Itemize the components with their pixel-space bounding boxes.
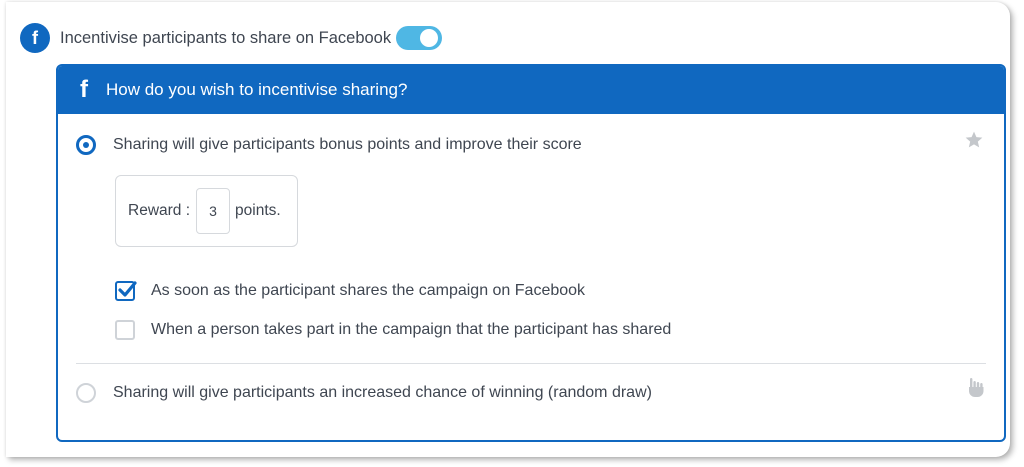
divider bbox=[76, 363, 986, 364]
checkmark-icon bbox=[118, 281, 137, 297]
bonus-points-radio[interactable] bbox=[76, 135, 96, 155]
hand-icon[interactable] bbox=[967, 376, 985, 398]
reward-label: Reward : bbox=[128, 202, 191, 219]
random-draw-label: Sharing will give participants an increa… bbox=[113, 384, 652, 401]
facebook-share-toggle[interactable] bbox=[396, 26, 443, 50]
reward-box: Reward : 3 points. bbox=[115, 175, 298, 247]
on-participation-checkbox[interactable] bbox=[115, 320, 135, 340]
checkbox-row-on-share[interactable]: As soon as the participant shares the ca… bbox=[115, 281, 585, 301]
panel-title: How do you wish to incentivise sharing? bbox=[106, 80, 408, 99]
settings-card: f Incentivise participants to share on F… bbox=[6, 2, 1010, 457]
facebook-share-toggle-row: f Incentivise participants to share on F… bbox=[20, 22, 443, 54]
on-share-checkbox[interactable] bbox=[115, 281, 137, 301]
star-icon[interactable] bbox=[964, 130, 984, 150]
checkbox-row-on-participation[interactable]: When a person takes part in the campaign… bbox=[115, 320, 671, 340]
panel-header: f How do you wish to incentivise sharing… bbox=[58, 66, 1004, 114]
facebook-share-label: Incentivise participants to share on Fac… bbox=[60, 28, 392, 47]
random-draw-radio[interactable] bbox=[76, 383, 96, 403]
bonus-points-label: Sharing will give participants bonus poi… bbox=[113, 136, 582, 153]
option-bonus-points[interactable]: Sharing will give participants bonus poi… bbox=[76, 135, 582, 155]
facebook-icon: f bbox=[20, 23, 50, 53]
on-participation-label: When a person takes part in the campaign… bbox=[151, 321, 672, 338]
reward-points-input[interactable]: 3 bbox=[196, 188, 231, 234]
option-random-draw[interactable]: Sharing will give participants an increa… bbox=[76, 383, 652, 403]
toggle-knob bbox=[420, 29, 439, 47]
reward-unit-label: points. bbox=[235, 202, 281, 219]
incentive-panel: f How do you wish to incentivise sharing… bbox=[56, 64, 1006, 442]
on-share-label: As soon as the participant shares the ca… bbox=[151, 282, 586, 299]
facebook-icon: f bbox=[80, 76, 88, 103]
